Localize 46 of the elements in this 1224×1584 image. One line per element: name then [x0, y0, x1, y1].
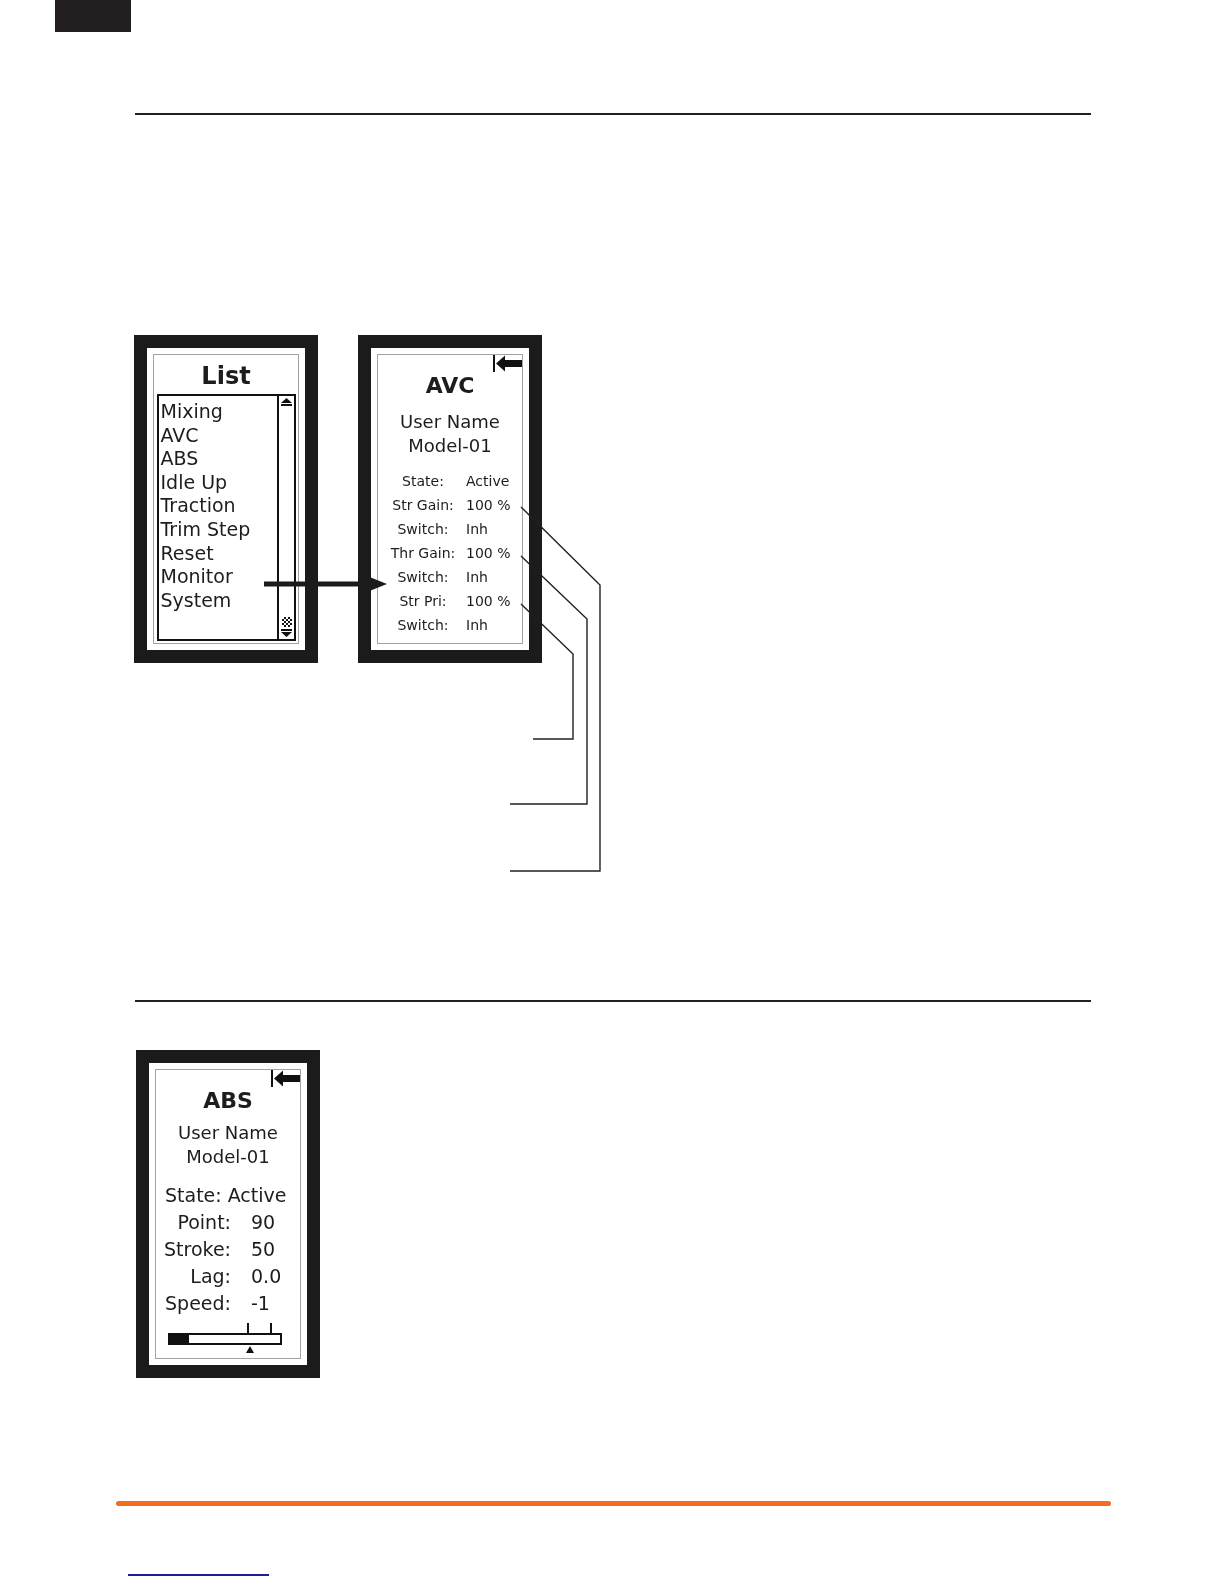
- model-name: Model-01: [186, 1145, 270, 1169]
- scroll-up-icon[interactable]: [281, 398, 292, 406]
- field-value: -1: [251, 1291, 270, 1316]
- field-value: 50: [251, 1237, 276, 1262]
- field-value: Inh: [466, 520, 488, 539]
- field-value: 100 %: [466, 496, 511, 515]
- scroll-thumb[interactable]: [281, 617, 292, 627]
- field-label: Speed:: [165, 1291, 231, 1316]
- field-label: State:: [165, 1183, 222, 1208]
- field-value: 0.0: [251, 1264, 282, 1289]
- back-arrow-icon[interactable]: [493, 355, 522, 372]
- field-label: Switch:: [397, 520, 449, 539]
- field-value: Active: [466, 472, 510, 491]
- field-value: 100 %: [466, 592, 511, 611]
- menu-item[interactable]: Trim Step: [160, 517, 251, 542]
- field-value: 100 %: [466, 544, 511, 563]
- back-arrow-icon[interactable]: [271, 1070, 300, 1087]
- menu-item[interactable]: Monitor: [160, 565, 233, 589]
- menu-item[interactable]: Reset: [160, 541, 214, 566]
- field-label: Thr Gain:: [390, 544, 456, 563]
- menu-item[interactable]: Traction: [160, 494, 236, 518]
- field-label: Str Gain:: [392, 496, 454, 515]
- scrollbar[interactable]: [277, 396, 294, 639]
- field-value: Inh: [466, 616, 488, 635]
- user-name: User Name: [400, 410, 500, 434]
- model-name: Model-01: [408, 434, 492, 458]
- user-name: User Name: [178, 1121, 278, 1145]
- field-value: Inh: [466, 568, 488, 587]
- menu-item[interactable]: AVC: [160, 423, 199, 448]
- menu-item[interactable]: Idle Up: [160, 470, 228, 495]
- field-label: Str Pri:: [399, 592, 447, 611]
- menu-item[interactable]: Mixing: [160, 400, 223, 424]
- field-value: Active: [227, 1183, 287, 1208]
- screen-title: AVC: [424, 373, 476, 399]
- screen-title: ABS: [202, 1088, 254, 1114]
- menu-item[interactable]: ABS: [160, 447, 199, 471]
- field-label: Stroke:: [164, 1237, 231, 1262]
- field-value: 90: [251, 1210, 276, 1235]
- field-label: Point:: [177, 1210, 231, 1235]
- screen-title: List: [200, 361, 252, 390]
- field-label: Switch:: [397, 616, 449, 635]
- field-label: Switch:: [397, 568, 449, 587]
- field-label: State:: [402, 472, 444, 491]
- field-label: Lag:: [190, 1264, 231, 1289]
- menu-item[interactable]: System: [160, 588, 232, 613]
- scroll-down-icon[interactable]: [281, 629, 292, 637]
